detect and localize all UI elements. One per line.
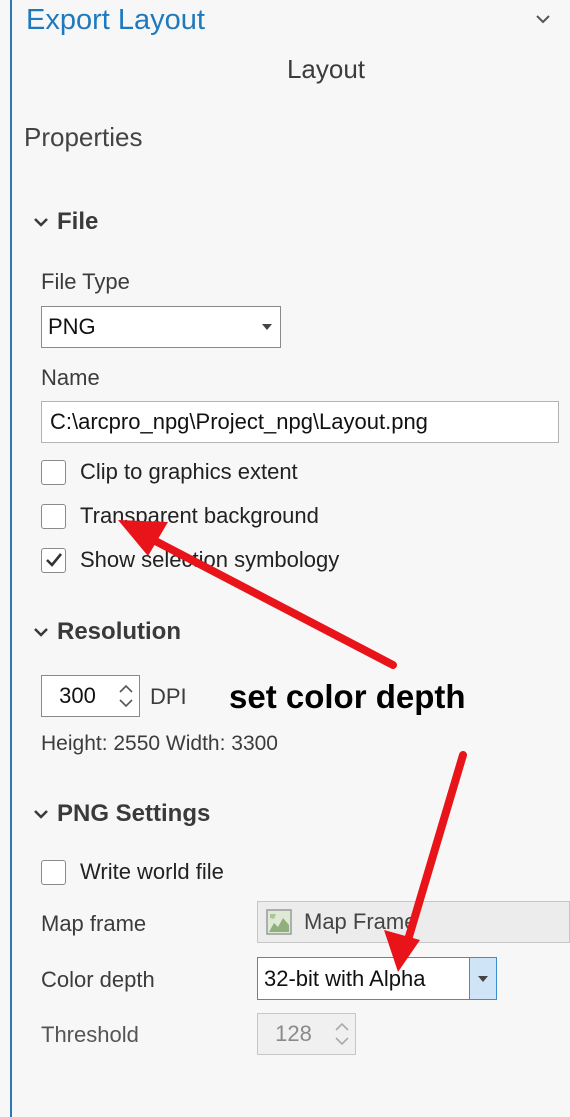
arrow-to-color-depth: [384, 751, 467, 972]
arrow-to-transparent-background: [118, 520, 397, 669]
annotation-arrows: [118, 520, 467, 972]
